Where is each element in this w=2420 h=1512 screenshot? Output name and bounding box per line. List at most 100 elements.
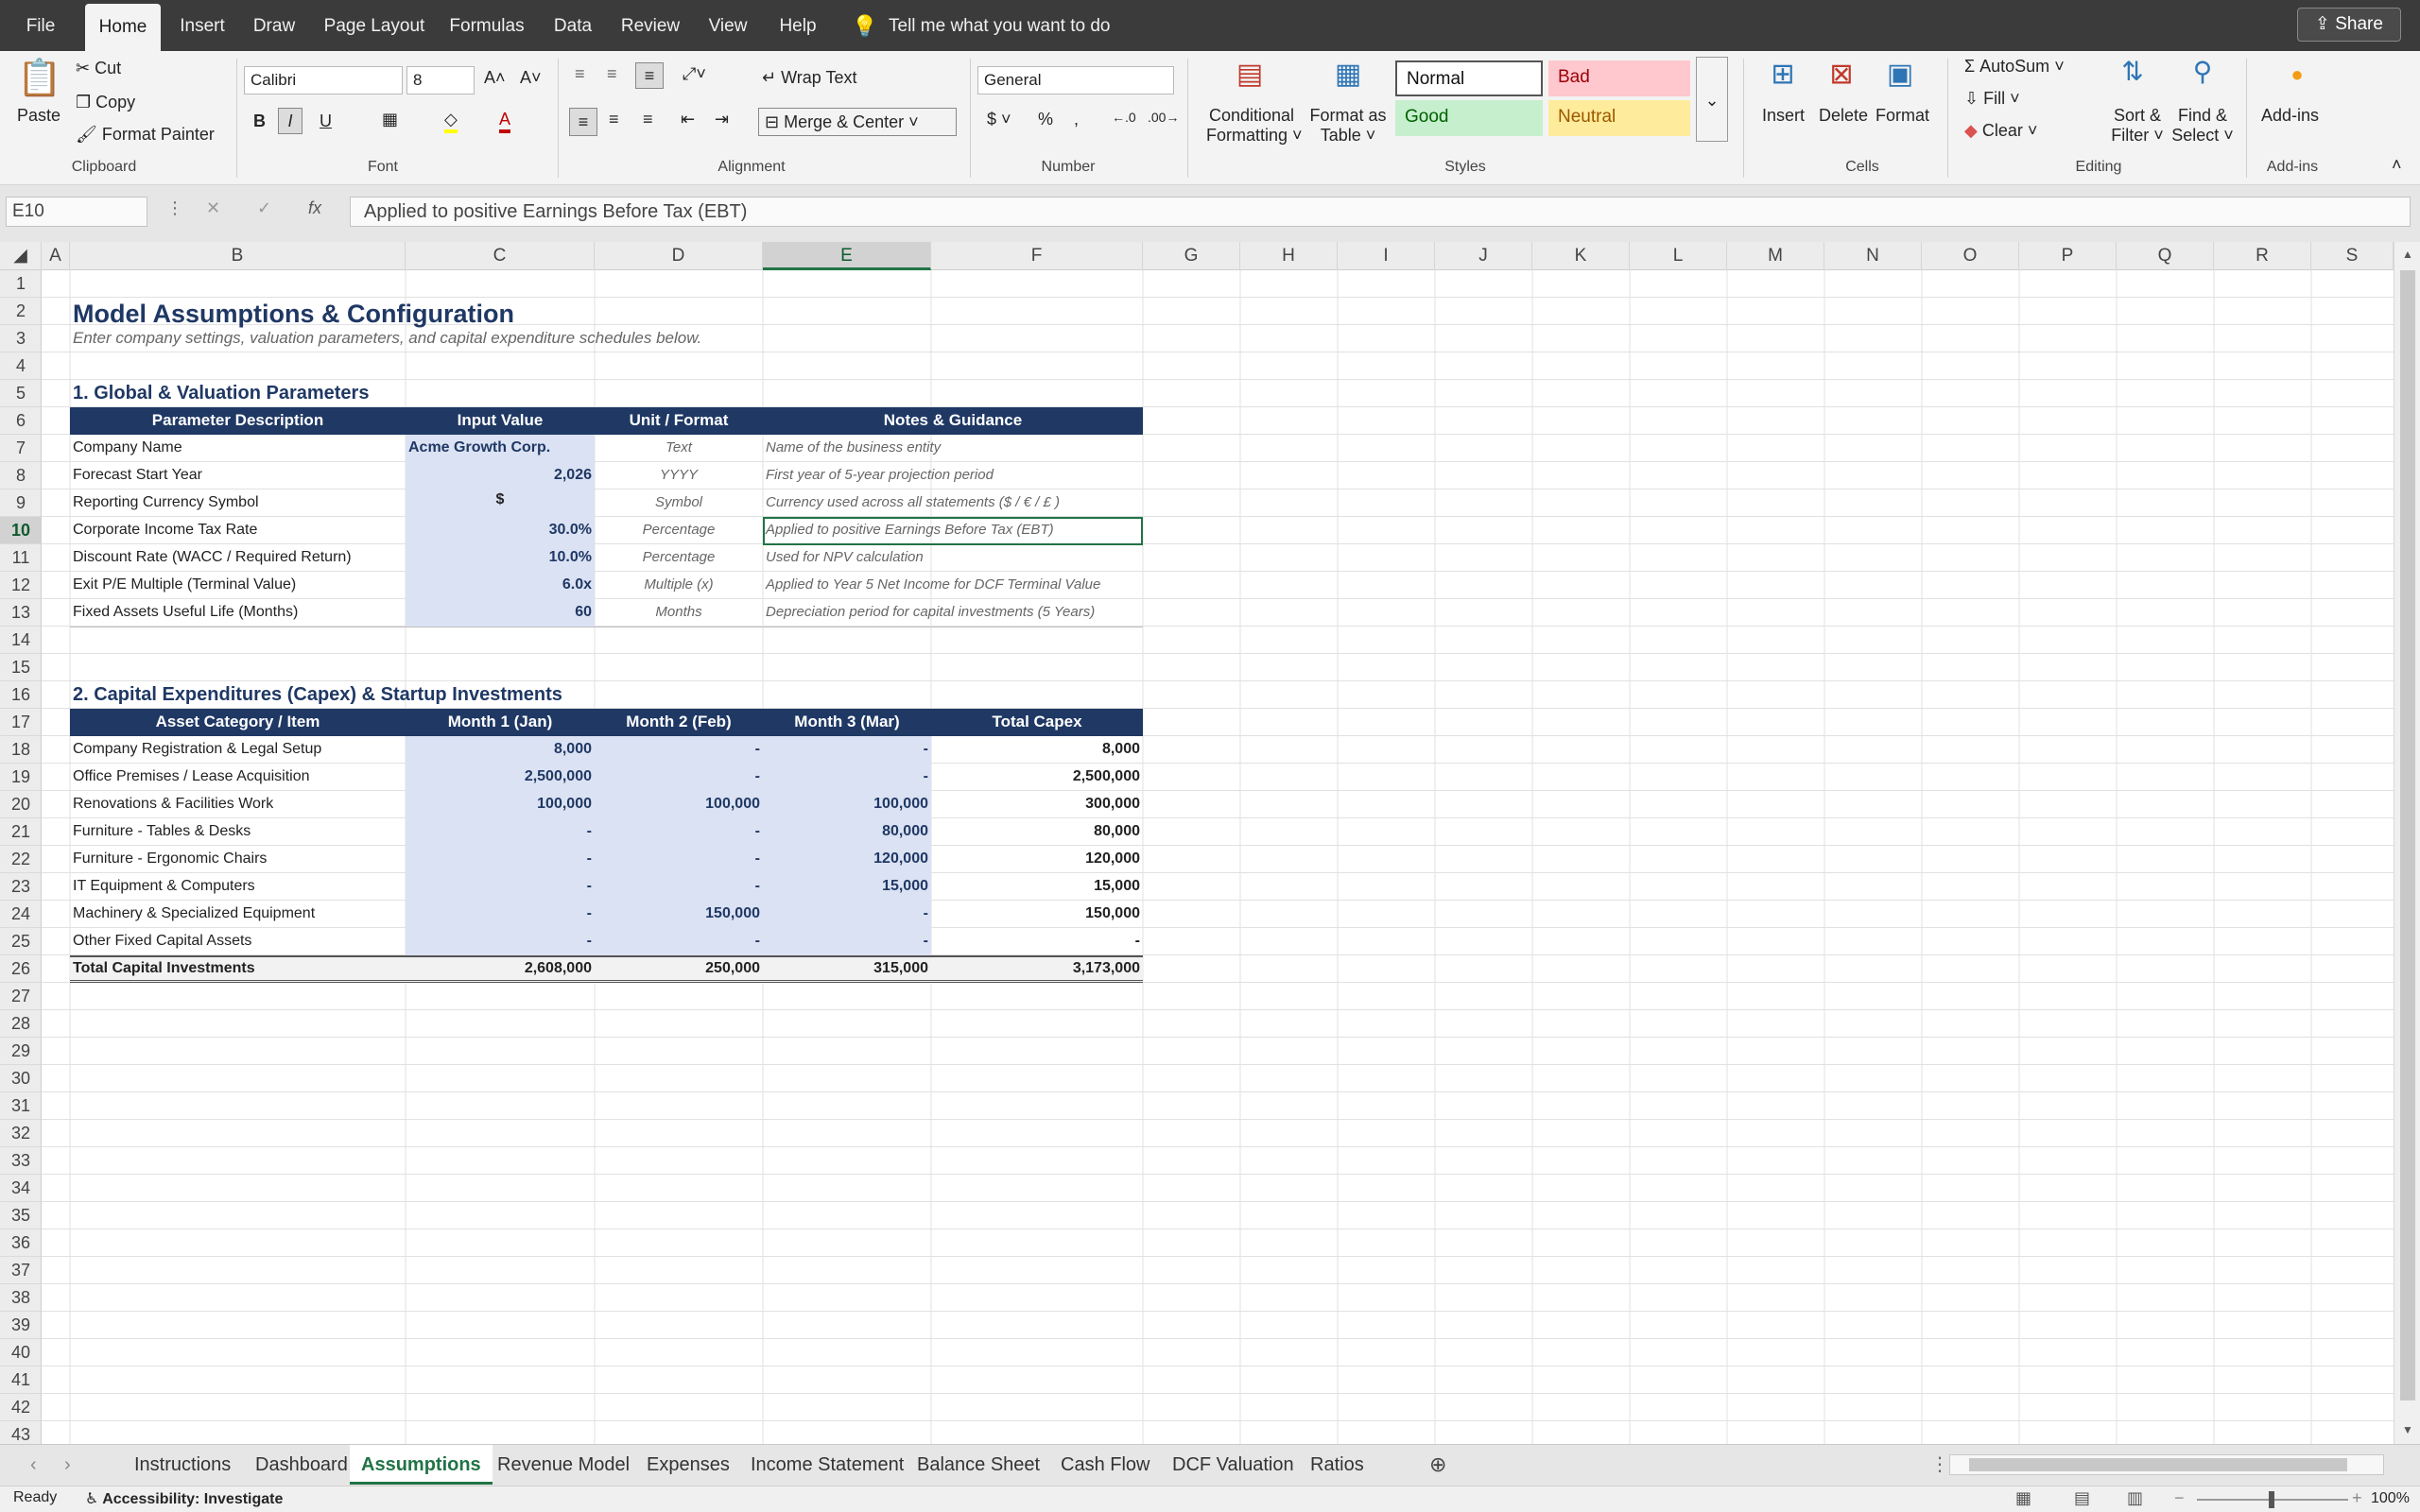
- font-size-dropdown[interactable]: 8: [406, 66, 475, 94]
- param-description[interactable]: Reporting Currency Symbol: [70, 490, 406, 517]
- scroll-up-icon[interactable]: ▲: [2402, 248, 2413, 261]
- tab-page-layout[interactable]: Page Layout: [321, 0, 427, 51]
- param-note[interactable]: Applied to Year 5 Net Income for DCF Ter…: [763, 572, 1143, 599]
- col-header[interactable]: G: [1143, 242, 1240, 270]
- more-options-icon[interactable]: ⋮: [166, 198, 183, 218]
- capex-month2[interactable]: 100,000: [595, 791, 763, 818]
- param-input-value[interactable]: 60: [406, 599, 595, 627]
- row-header[interactable]: 29: [0, 1038, 41, 1065]
- sheet-tab-dashboard[interactable]: Dashboard: [244, 1445, 359, 1485]
- capex-item[interactable]: Company Registration & Legal Setup: [70, 736, 406, 764]
- row-header[interactable]: 40: [0, 1339, 41, 1366]
- col-header[interactable]: D: [595, 242, 763, 270]
- capex-month1[interactable]: -: [406, 873, 595, 901]
- col-header[interactable]: S: [2311, 242, 2394, 270]
- capex-month3[interactable]: -: [763, 736, 931, 764]
- capex-month1[interactable]: -: [406, 928, 595, 955]
- param-description[interactable]: Discount Rate (WACC / Required Return): [70, 544, 406, 572]
- row-header[interactable]: 31: [0, 1092, 41, 1120]
- tab-draw[interactable]: Draw: [248, 0, 301, 51]
- capex-month3[interactable]: 100,000: [763, 791, 931, 818]
- sheet-tab-ratios[interactable]: Ratios: [1299, 1445, 1375, 1485]
- row-header[interactable]: 15: [0, 654, 41, 681]
- row-header[interactable]: 16: [0, 681, 41, 709]
- orientation-icon[interactable]: ⤢˅: [683, 64, 706, 84]
- col-header[interactable]: I: [1338, 242, 1435, 270]
- horizontal-scrollbar[interactable]: [1949, 1454, 2384, 1475]
- param-unit[interactable]: Multiple (x): [595, 572, 763, 599]
- align-left-icon[interactable]: ≡: [569, 108, 597, 136]
- copy-button[interactable]: ❐ Copy: [76, 93, 135, 112]
- capex-item[interactable]: Furniture - Ergonomic Chairs: [70, 846, 406, 873]
- col-header[interactable]: K: [1532, 242, 1630, 270]
- clear-button[interactable]: ◆ Clear ˅: [1964, 121, 2037, 141]
- capex-item[interactable]: Other Fixed Capital Assets: [70, 928, 406, 955]
- capex-month2[interactable]: -: [595, 764, 763, 791]
- currency-icon[interactable]: $ ˅: [987, 110, 1011, 129]
- vertical-scrollbar[interactable]: ▲ ▼: [2394, 242, 2420, 1444]
- capex-month2[interactable]: -: [595, 818, 763, 846]
- enter-icon[interactable]: ✓: [257, 198, 271, 218]
- row-header[interactable]: 34: [0, 1175, 41, 1202]
- col-header[interactable]: O: [1922, 242, 2019, 270]
- align-center-icon[interactable]: ≡: [609, 110, 619, 129]
- col-header[interactable]: R: [2214, 242, 2311, 270]
- page-layout-view-icon[interactable]: ▤: [2074, 1488, 2090, 1508]
- row-header[interactable]: 12: [0, 572, 41, 599]
- row-header[interactable]: 43: [0, 1421, 41, 1444]
- row-header[interactable]: 28: [0, 1010, 41, 1038]
- page-break-view-icon[interactable]: ▥: [2127, 1488, 2143, 1508]
- align-right-icon[interactable]: ≡: [643, 110, 653, 129]
- add-sheet-icon[interactable]: ⊕: [1418, 1445, 1458, 1485]
- capex-month2[interactable]: -: [595, 873, 763, 901]
- collapse-ribbon-icon[interactable]: ˄: [2392, 155, 2402, 175]
- tab-home[interactable]: Home: [85, 4, 161, 51]
- param-input-value[interactable]: $: [406, 490, 595, 517]
- param-unit[interactable]: Text: [595, 435, 763, 462]
- format-cells-button[interactable]: Format: [1876, 106, 1929, 126]
- row-header[interactable]: 14: [0, 627, 41, 654]
- row-header[interactable]: 1: [0, 270, 41, 298]
- capex-total[interactable]: 2,500,000: [931, 764, 1143, 791]
- style-bad[interactable]: Bad: [1548, 60, 1690, 96]
- row-header[interactable]: 17: [0, 709, 41, 736]
- row-header[interactable]: 42: [0, 1394, 41, 1421]
- capex-month1[interactable]: -: [406, 846, 595, 873]
- decrease-decimal-icon[interactable]: .00→: [1148, 110, 1179, 125]
- col-header[interactable]: A: [42, 242, 70, 270]
- insert-function-icon[interactable]: fx: [308, 198, 321, 218]
- capex-total[interactable]: 8,000: [931, 736, 1143, 764]
- increase-indent-icon[interactable]: ⇥: [715, 110, 729, 129]
- prev-sheet-icon[interactable]: ‹: [19, 1445, 48, 1485]
- scroll-down-icon[interactable]: ▼: [2402, 1423, 2413, 1436]
- param-unit[interactable]: Symbol: [595, 490, 763, 517]
- param-note[interactable]: Currency used across all statements ($ /…: [763, 490, 1143, 517]
- param-description[interactable]: Exit P/E Multiple (Terminal Value): [70, 572, 406, 599]
- worksheet-grid[interactable]: Model Assumptions & Configuration Enter …: [42, 270, 2394, 1444]
- format-as-table-button[interactable]: Format as Table ˅: [1308, 106, 1388, 146]
- decrease-indent-icon[interactable]: ⇤: [681, 110, 695, 129]
- capex-month2[interactable]: -: [595, 736, 763, 764]
- col-header[interactable]: H: [1240, 242, 1338, 270]
- capex-item[interactable]: Furniture - Tables & Desks: [70, 818, 406, 846]
- row-header[interactable]: 2: [0, 298, 41, 325]
- capex-total[interactable]: -: [931, 928, 1143, 955]
- col-header[interactable]: B: [70, 242, 406, 270]
- capex-total[interactable]: 80,000: [931, 818, 1143, 846]
- tab-file[interactable]: File: [19, 0, 62, 51]
- select-all-corner[interactable]: ◢: [0, 242, 42, 270]
- param-unit[interactable]: Months: [595, 599, 763, 627]
- capex-item[interactable]: IT Equipment & Computers: [70, 873, 406, 901]
- share-button[interactable]: ⇪ Share: [2297, 8, 2401, 42]
- zoom-out-icon[interactable]: −: [2174, 1488, 2185, 1508]
- capex-month2[interactable]: -: [595, 928, 763, 955]
- row-header[interactable]: 27: [0, 983, 41, 1010]
- capex-month3[interactable]: -: [763, 901, 931, 928]
- param-unit[interactable]: Percentage: [595, 544, 763, 572]
- delete-cells-button[interactable]: Delete: [1819, 106, 1868, 126]
- row-header[interactable]: 6: [0, 407, 41, 435]
- row-header[interactable]: 23: [0, 873, 41, 901]
- tab-help[interactable]: Help: [773, 0, 822, 51]
- addins-button[interactable]: Add-ins: [2261, 106, 2319, 126]
- sort-filter-button[interactable]: Sort & Filter ˅: [2104, 106, 2170, 146]
